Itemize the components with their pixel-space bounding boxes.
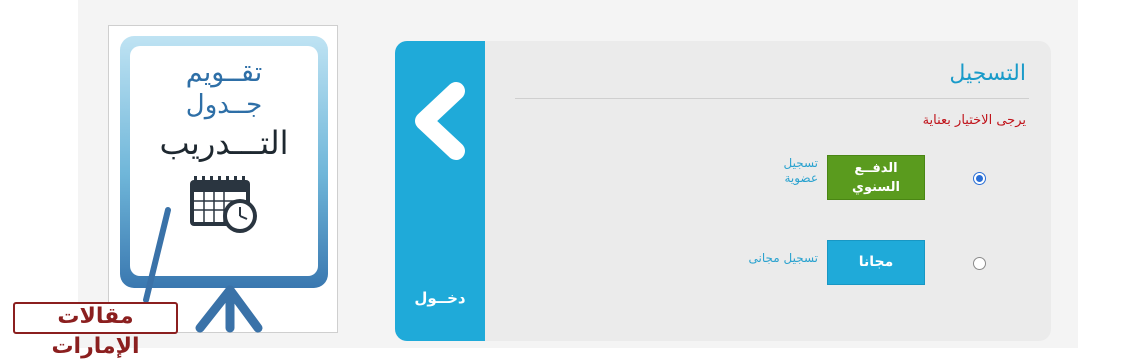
membership-registration-caption: تسجيل عضوية [783,156,819,185]
promo-line-training: التـــدريب [159,124,289,162]
annual-plan-radio[interactable] [973,172,986,185]
promo-line-calendar: تقــويم [185,57,263,88]
promo-line-schedule: جــدول [185,90,263,120]
chevron-left-icon [415,82,465,160]
selection-hint: يرجى الاختيار بعناية [922,113,1026,128]
registration-title: التسجيل [949,61,1026,86]
login-button[interactable]: دخــول [395,41,485,341]
free-registration-caption: تسجيل مجانى [748,251,819,265]
free-plan-radio[interactable] [973,257,986,270]
registration-card: دخــول التسجيل يرجى الاختيار بعناية الدف… [395,41,1051,341]
title-divider [515,98,1029,99]
site-logo-text: مقالات الإمارات [51,304,140,359]
annual-payment-button[interactable]: الدفــع السنوي [827,155,925,200]
radio-selected-dot [976,175,983,182]
free-plan-button[interactable]: مجانا [827,240,925,285]
login-label: دخــول [414,289,466,307]
